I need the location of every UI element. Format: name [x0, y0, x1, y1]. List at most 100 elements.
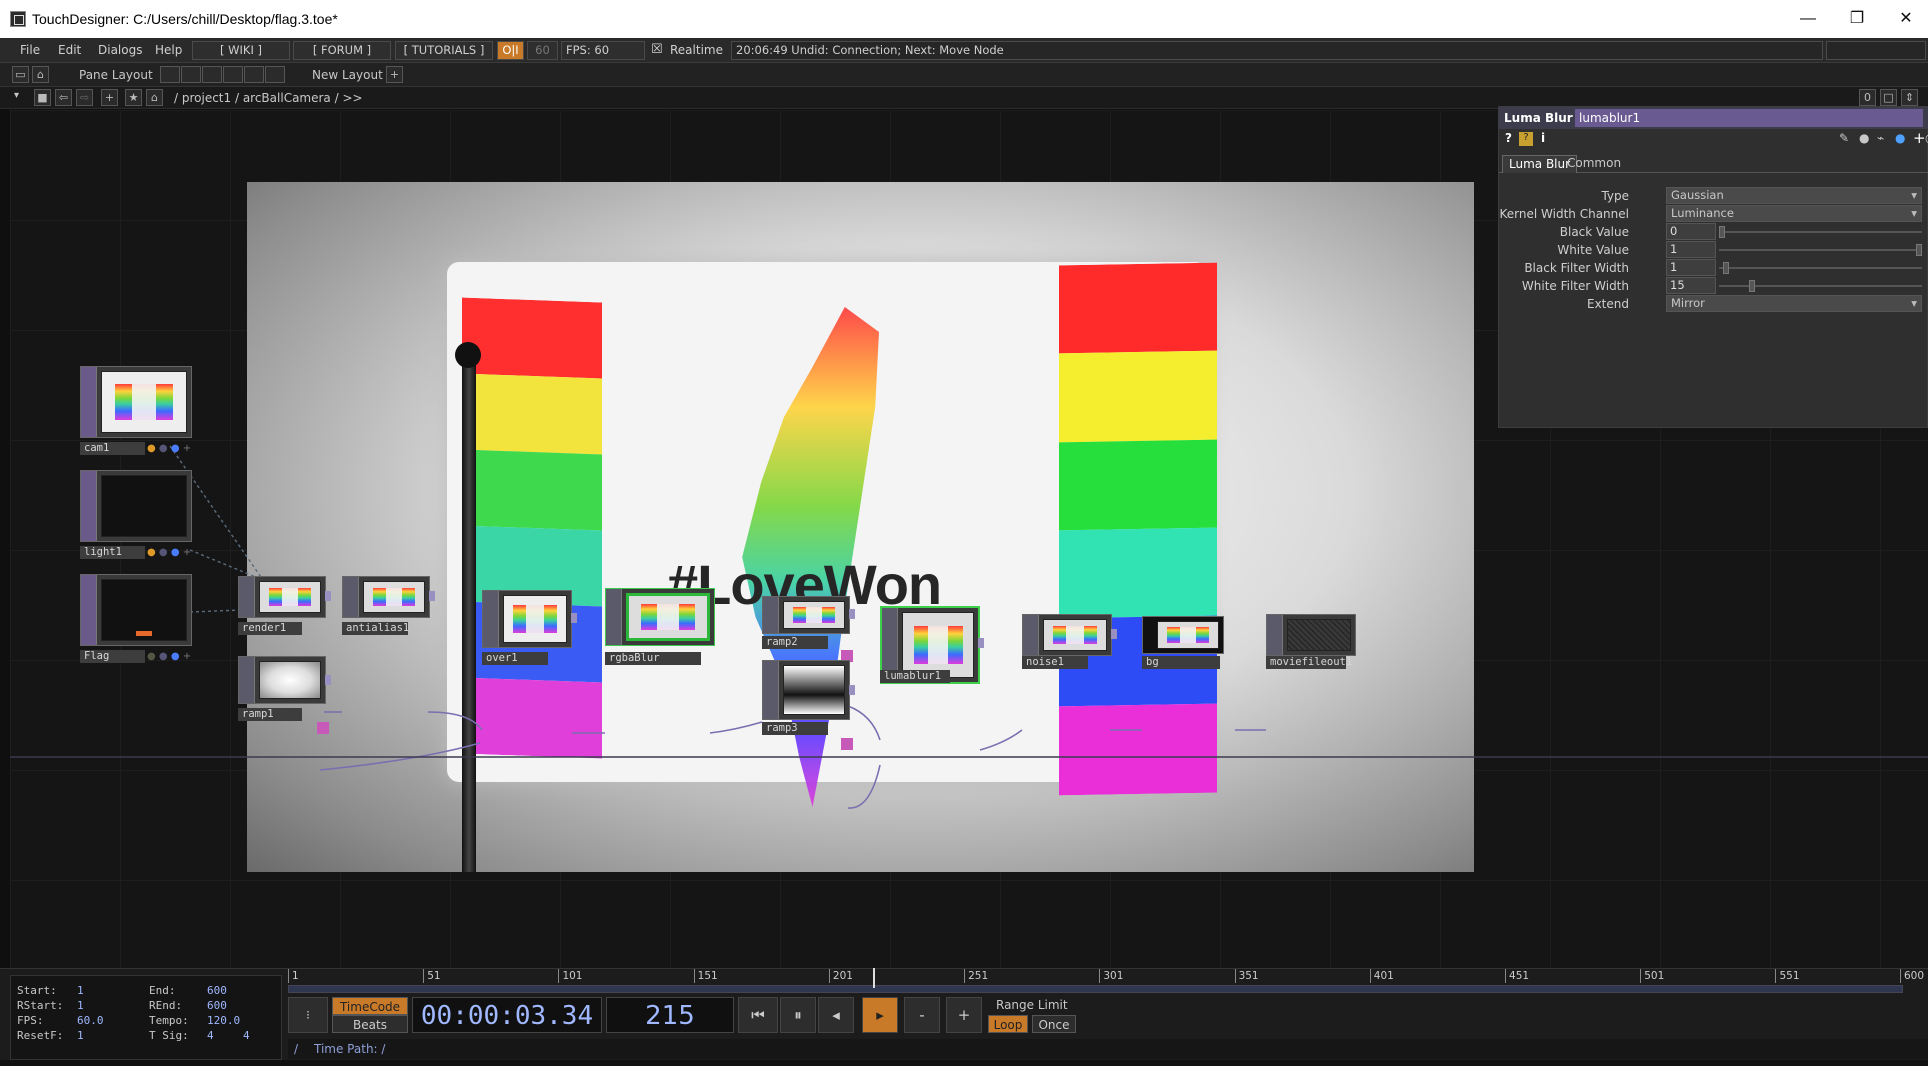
once-toggle[interactable]: Once	[1032, 1015, 1076, 1033]
wiki-button[interactable]: [ WIKI ]	[192, 41, 290, 60]
timecode-display[interactable]: 00:00:03.34	[412, 997, 602, 1033]
param-slider-handle[interactable]	[1722, 262, 1729, 274]
timeline-options-button[interactable]: ⁝	[288, 997, 328, 1033]
play-button[interactable]: ▸	[862, 997, 898, 1033]
python-icon[interactable]: ●	[1895, 131, 1905, 145]
param-menu[interactable]: Gaussian	[1666, 187, 1922, 204]
layout-grid-button[interactable]	[265, 66, 285, 83]
forward-icon[interactable]: ⇨	[76, 89, 93, 106]
time-path-root[interactable]: /	[294, 1039, 298, 1059]
forum-button[interactable]: [ FORUM ]	[293, 41, 391, 60]
param-slider-handle[interactable]	[1748, 280, 1755, 292]
beats-toggle[interactable]: Beats	[332, 1015, 408, 1033]
add-icon[interactable]: +	[101, 89, 118, 106]
node-label-moviefileout1[interactable]: moviefileout1	[1266, 656, 1352, 669]
node-label-flag[interactable]: Flag	[80, 650, 145, 663]
python-help-icon[interactable]: ?	[1519, 132, 1533, 146]
param-value-field[interactable]: 1	[1666, 259, 1716, 276]
node-render1[interactable]	[238, 576, 331, 618]
layout-triple-button[interactable]	[223, 66, 243, 83]
node-over1[interactable]	[482, 590, 577, 648]
close-button[interactable]: ✕	[1884, 4, 1928, 34]
node-bg[interactable]	[1142, 616, 1224, 654]
tutorials-button[interactable]: [ TUTORIALS ]	[395, 41, 493, 60]
node-label-ramp2[interactable]: ramp2	[762, 636, 828, 649]
add-layout-button[interactable]: +	[386, 66, 403, 83]
param-slider-track[interactable]	[1719, 231, 1922, 233]
add-param-icon[interactable]: +	[1913, 129, 1926, 147]
layout-vsplit-button[interactable]	[202, 66, 222, 83]
pane-menu-icon[interactable]: ▾	[14, 90, 19, 101]
param-menu[interactable]: Mirror	[1666, 295, 1922, 312]
node-viewer-toggles[interactable]	[81, 367, 97, 437]
bypass-icon[interactable]: ⌁	[1877, 131, 1884, 145]
layout-quad-button[interactable]	[244, 66, 264, 83]
go-to-start-button-face[interactable]: ⏮	[738, 997, 778, 1033]
layout-split-button[interactable]	[181, 66, 201, 83]
param-slider-handle[interactable]	[1916, 244, 1922, 256]
rend-value[interactable]: 600	[207, 999, 227, 1012]
layout-single-button[interactable]	[160, 66, 180, 83]
back-icon[interactable]: ⇦	[55, 89, 72, 106]
pane-network-icon[interactable]: ⌂	[32, 66, 49, 83]
playhead[interactable]	[873, 968, 875, 988]
node-label-over1[interactable]: over1	[482, 652, 548, 665]
rstart-value[interactable]: 1	[77, 999, 84, 1012]
node-flags-light1[interactable]: ● ● ● +	[147, 546, 191, 559]
pane-image-icon[interactable]: ▭	[12, 66, 29, 83]
timeline-scrubber[interactable]	[288, 968, 1903, 993]
fps-cap-field[interactable]: 60	[527, 41, 558, 60]
pause-button[interactable]: ⏸	[780, 997, 816, 1033]
node-label-ramp1[interactable]: ramp1	[238, 708, 302, 721]
help-icon[interactable]: ?	[1505, 131, 1512, 145]
minimize-button[interactable]: —	[1786, 4, 1830, 34]
param-value-field[interactable]: 1	[1666, 241, 1716, 258]
menu-file[interactable]: File	[20, 43, 40, 57]
node-label-cam1[interactable]: cam1	[80, 442, 145, 455]
menu-edit[interactable]: Edit	[58, 43, 81, 57]
timecode-toggle[interactable]: TimeCode	[332, 997, 408, 1015]
menu-dialogs[interactable]: Dialogs	[98, 43, 142, 57]
param-slider-handle[interactable]	[1719, 226, 1725, 238]
node-ramp1[interactable]	[238, 656, 331, 704]
tab-common[interactable]: Common	[1561, 155, 1627, 173]
timeline-ruler[interactable]: 1 51 101 151 201 251 301 351 401 451 501 551 600	[288, 969, 1928, 983]
tsig-numerator[interactable]: 4	[207, 1029, 214, 1042]
param-slider-track[interactable]	[1719, 267, 1922, 269]
node-label-light1[interactable]: light1	[80, 546, 145, 559]
breadcrumb[interactable]: / project1 / arcBallCamera / >>	[174, 91, 363, 105]
node-label-render1[interactable]: render1	[238, 622, 302, 635]
home-icon[interactable]: ⌂	[146, 89, 163, 106]
node-label-lumablur1[interactable]: lumablur1	[880, 670, 950, 683]
edit-icon[interactable]: ✎	[1839, 131, 1849, 145]
frame-display[interactable]: 215	[606, 997, 734, 1033]
tsig-denominator[interactable]: 4	[243, 1029, 250, 1042]
node-light1[interactable]	[80, 470, 192, 542]
perform-toggle[interactable]: O|I	[497, 41, 524, 60]
node-label-ramp3[interactable]: ramp3	[762, 722, 828, 735]
step-plus-button[interactable]: +	[946, 997, 982, 1033]
fps-value[interactable]: 60.0	[77, 1014, 104, 1027]
resetf-value[interactable]: 1	[77, 1029, 84, 1042]
star-icon[interactable]: ★	[125, 89, 142, 106]
node-label-rgbablur[interactable]: rgbaBlur	[605, 652, 701, 665]
node-ramp2[interactable]	[762, 596, 855, 634]
param-value-field[interactable]: 15	[1666, 277, 1716, 294]
step-minus-button[interactable]: -	[904, 997, 940, 1033]
node-rgbablur[interactable]	[605, 588, 715, 646]
node-label-antialias1[interactable]: antialias1	[342, 622, 409, 635]
node-flags-cam1[interactable]: ● ● ● +	[147, 442, 191, 455]
param-slider-track[interactable]	[1719, 249, 1922, 251]
loop-toggle[interactable]: Loop	[988, 1015, 1028, 1033]
node-label-noise1[interactable]: noise1	[1022, 656, 1088, 669]
menu-help[interactable]: Help	[155, 43, 182, 57]
realtime-checkbox[interactable]: ☒	[651, 42, 663, 57]
node-cam1[interactable]	[80, 366, 192, 438]
node-label-bg[interactable]: bg	[1142, 656, 1220, 669]
node-flag[interactable]	[80, 574, 192, 646]
step-back-button[interactable]: ◂	[818, 997, 854, 1033]
stop-icon[interactable]: ■	[34, 89, 51, 106]
maximize-pane-icon[interactable]: □	[1880, 89, 1897, 106]
node-noise1[interactable]	[1022, 614, 1117, 656]
operator-name-field[interactable]: lumablur1	[1575, 109, 1923, 127]
